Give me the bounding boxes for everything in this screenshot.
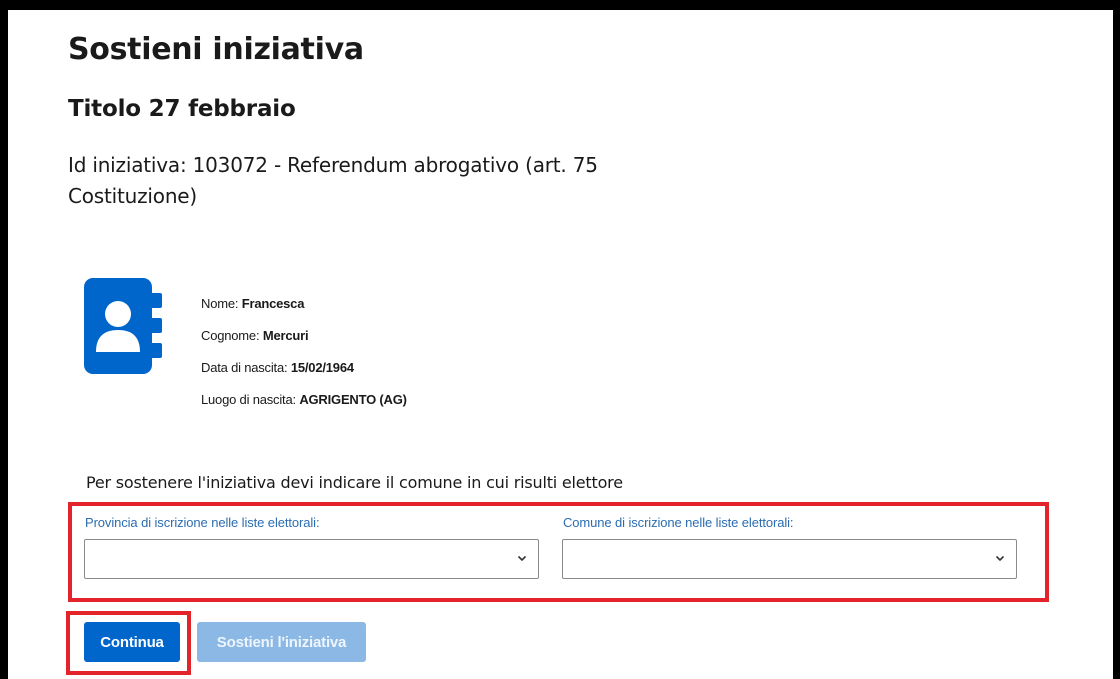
first-name-row: Nome: Francesca — [201, 296, 407, 312]
last-name-label: Cognome: — [201, 328, 260, 343]
continue-button[interactable]: Continua — [84, 622, 180, 662]
provincia-select[interactable] — [84, 539, 539, 579]
comune-select[interactable] — [562, 539, 1017, 579]
birth-place-label: Luogo di nascita: — [201, 392, 296, 407]
chevron-down-icon — [517, 555, 527, 562]
chevron-down-icon — [995, 555, 1005, 562]
last-name-value: Mercuri — [262, 328, 309, 343]
birth-place-row: Luogo di nascita: AGRIGENTO (AG) — [201, 392, 407, 408]
screenshot-frame-top — [0, 0, 1120, 10]
last-name-row: Cognome: Mercuri — [201, 328, 407, 344]
support-initiative-button[interactable]: Sostieni l'iniziativa — [197, 622, 366, 662]
first-name-value: Francesca — [241, 296, 305, 311]
birth-date-label: Data di nascita: — [201, 360, 288, 375]
person-info: Nome: Francesca Cognome: Mercuri Data di… — [201, 296, 407, 424]
comune-label: Comune di iscrizione nelle liste elettor… — [563, 515, 794, 530]
initiative-title: Titolo 27 febbraio — [68, 96, 296, 122]
initiative-id-text: Id iniziativa: 103072 - Referendum abrog… — [68, 153, 598, 208]
provincia-label: Provincia di iscrizione nelle liste elet… — [85, 515, 320, 530]
instruction-text: Per sostenere l'iniziativa devi indicare… — [86, 473, 623, 492]
first-name-label: Nome: — [201, 296, 239, 311]
birth-place-value: AGRIGENTO (AG) — [299, 392, 407, 407]
contact-book-icon — [84, 278, 162, 374]
screenshot-frame-right — [1113, 0, 1120, 679]
screenshot-frame-left — [0, 0, 8, 679]
page-title: Sostieni iniziativa — [68, 32, 364, 67]
birth-date-row: Data di nascita: 15/02/1964 — [201, 360, 407, 376]
birth-date-value: 15/02/1964 — [290, 360, 354, 375]
